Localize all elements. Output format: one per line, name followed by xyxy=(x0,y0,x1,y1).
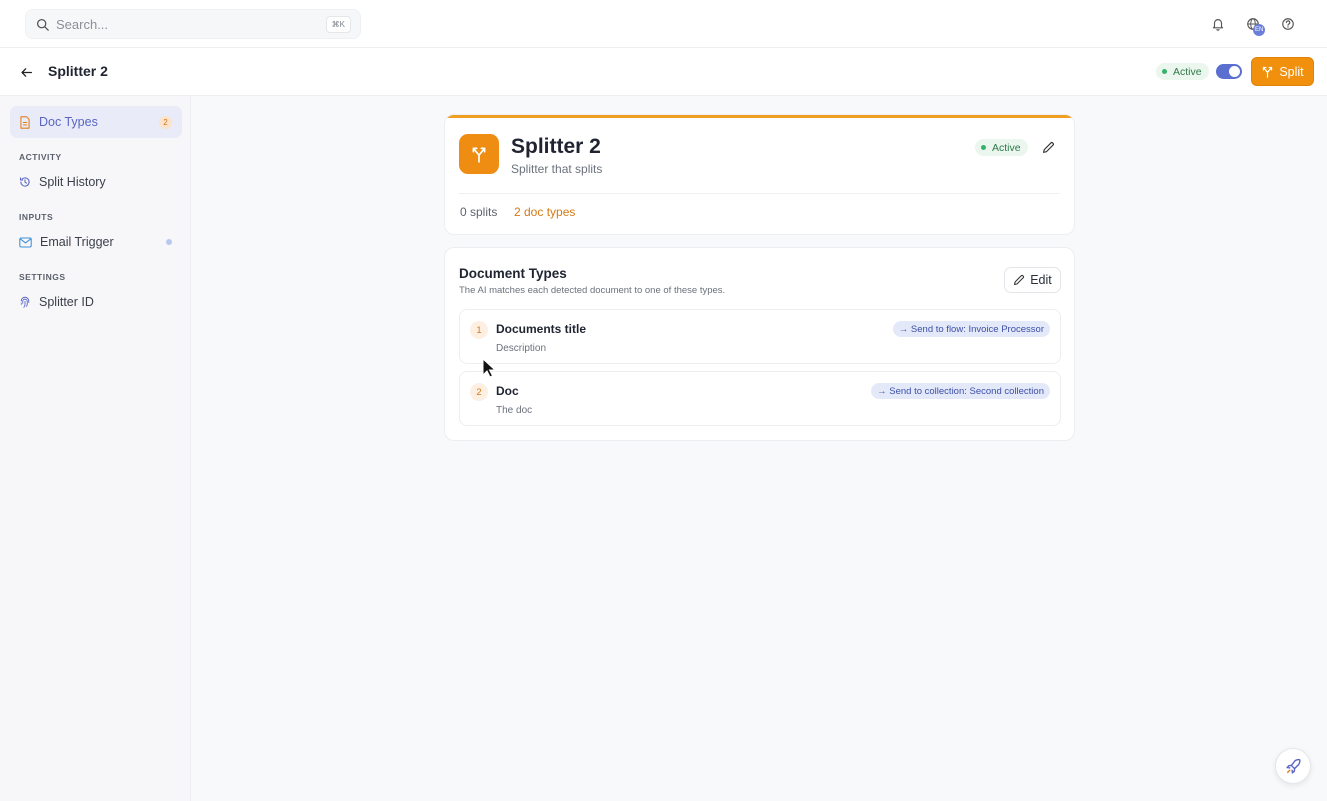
status-dot xyxy=(981,145,986,150)
doc-types-link[interactable]: 2 doc types xyxy=(514,205,575,219)
bell-icon xyxy=(1212,19,1224,31)
history-icon xyxy=(19,177,30,187)
search-box[interactable]: ⌘K xyxy=(25,9,361,39)
sidebar-section-activity: ACTIVITY xyxy=(19,152,62,162)
back-button[interactable] xyxy=(16,62,36,82)
status-dot xyxy=(1162,69,1167,74)
pencil-icon xyxy=(1042,141,1054,153)
split-button-label: Split xyxy=(1279,64,1304,79)
status-text: Active xyxy=(992,141,1021,154)
card-status-badge: Active xyxy=(975,139,1028,156)
document-types-description: The AI matches each detected document to… xyxy=(459,285,726,296)
document-icon xyxy=(20,115,30,129)
doc-type-row[interactable]: 1 Documents title Description → Send to … xyxy=(459,309,1061,364)
splitter-app-icon xyxy=(459,134,499,174)
mouse-cursor-icon xyxy=(482,358,496,378)
sidebar-item-split-history[interactable]: Split History xyxy=(10,166,182,198)
doc-type-route: → Send to flow: Invoice Processor xyxy=(892,321,1050,337)
sidebar-item-email-trigger[interactable]: Email Trigger xyxy=(10,226,182,258)
toggle-knob xyxy=(1229,66,1240,77)
split-icon xyxy=(1263,66,1273,78)
doc-type-description: Description xyxy=(496,343,547,354)
edit-doc-types-button[interactable]: Edit xyxy=(1004,267,1061,293)
search-icon xyxy=(36,18,49,31)
doc-type-title: Doc xyxy=(496,384,519,398)
mail-icon xyxy=(19,237,32,247)
search-shortcut: ⌘K xyxy=(325,16,351,33)
sidebar-item-label: Email Trigger xyxy=(40,235,114,249)
arrow-left-icon xyxy=(20,67,32,77)
sidebar-section-inputs: INPUTS xyxy=(19,212,54,222)
sidebar-item-label: Split History xyxy=(39,175,106,189)
sidebar-item-splitter-id[interactable]: Splitter ID xyxy=(10,286,182,318)
language-button[interactable]: EN xyxy=(1243,14,1266,36)
splitter-overview-card: Splitter 2 Splitter that splits Active 0… xyxy=(444,114,1075,235)
document-types-heading: Document Types xyxy=(459,266,567,281)
doc-types-count: 2 xyxy=(159,116,172,129)
split-icon xyxy=(472,147,486,163)
doc-type-description: The doc xyxy=(496,405,533,416)
pencil-icon xyxy=(1014,274,1025,286)
search-input[interactable] xyxy=(56,16,316,32)
status-badge: Active xyxy=(1156,63,1209,80)
splitter-subtitle: Splitter that splits xyxy=(511,162,603,176)
help-icon xyxy=(1282,18,1294,30)
doc-type-row[interactable]: 2 Doc The doc → Send to collection: Seco… xyxy=(459,371,1061,426)
card-accent-bar xyxy=(445,115,1074,118)
rocket-icon xyxy=(1285,758,1300,774)
doc-type-number: 1 xyxy=(470,321,488,339)
email-trigger-status-dot xyxy=(166,239,172,245)
notifications-button[interactable] xyxy=(1208,14,1228,34)
doc-type-number: 2 xyxy=(470,383,488,401)
help-button[interactable] xyxy=(1278,14,1298,34)
splitter-title: Splitter 2 xyxy=(511,135,601,158)
page-header: Splitter 2 Active Split xyxy=(0,48,1327,96)
doc-type-route: → Send to collection: Second collection xyxy=(871,383,1050,399)
page-title: Splitter 2 xyxy=(48,63,108,79)
doc-type-title: Documents title xyxy=(496,322,587,336)
document-types-card: Document Types The AI matches each detec… xyxy=(444,247,1075,441)
sidebar-item-label: Doc Types xyxy=(39,115,98,129)
split-button[interactable]: Split xyxy=(1251,57,1314,86)
launch-assistant-button[interactable] xyxy=(1275,748,1311,784)
sidebar: Doc Types 2 ACTIVITY Split History INPUT… xyxy=(0,96,191,801)
active-toggle[interactable] xyxy=(1216,64,1242,79)
fingerprint-icon xyxy=(20,296,30,308)
language-badge: EN xyxy=(1253,24,1266,36)
sidebar-section-settings: SETTINGS xyxy=(19,272,66,282)
sidebar-item-label: Splitter ID xyxy=(39,295,94,309)
top-bar: ⌘K EN xyxy=(0,0,1327,48)
edit-button-label: Edit xyxy=(1030,273,1052,287)
edit-splitter-button[interactable] xyxy=(1039,138,1057,156)
status-text: Active xyxy=(1173,65,1202,78)
card-divider xyxy=(459,193,1060,194)
sidebar-item-doc-types[interactable]: Doc Types 2 xyxy=(10,106,182,138)
splits-count: 0 splits xyxy=(460,205,498,219)
